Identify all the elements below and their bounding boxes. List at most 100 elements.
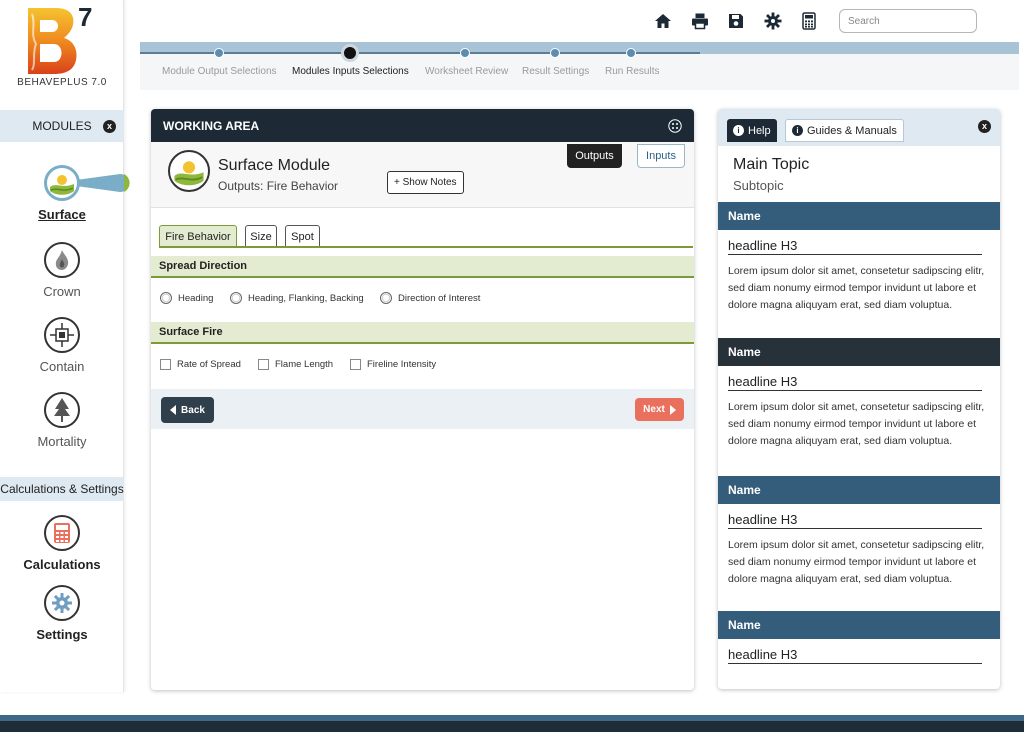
- print-icon[interactable]: [691, 12, 709, 30]
- step-run-results[interactable]: Run Results: [605, 66, 659, 77]
- back-button[interactable]: Back: [161, 397, 214, 423]
- module-subtitle: Outputs: Fire Behavior: [218, 179, 339, 193]
- info-icon: i: [792, 125, 803, 136]
- next-button[interactable]: Next: [635, 398, 684, 421]
- help-headline: headline H3: [728, 512, 982, 529]
- chevron-right-icon: [669, 404, 676, 415]
- logo-version: 7: [78, 2, 93, 32]
- radio-button[interactable]: [230, 292, 242, 304]
- sidebar-item-crown[interactable]: Crown: [0, 242, 124, 299]
- step-dot-3[interactable]: [460, 48, 470, 58]
- checkbox[interactable]: [160, 359, 171, 370]
- sidebar-item-label: Crown: [43, 284, 81, 299]
- help-section: Name headline H3 Lorem ipsum dolor sit a…: [718, 338, 1000, 450]
- working-area-title: WORKING AREA: [163, 118, 260, 133]
- radio-button[interactable]: [160, 292, 172, 304]
- show-notes-button[interactable]: + Show Notes: [387, 171, 464, 194]
- calculations-settings-header: Calculations & Settings: [0, 477, 124, 501]
- grid-menu-icon[interactable]: [668, 118, 682, 133]
- tab-help[interactable]: i Help: [727, 119, 777, 142]
- module-summary: Surface Module Outputs: Fire Behavior + …: [151, 142, 694, 208]
- help-section-name: Name: [718, 611, 1000, 639]
- step-dot-5[interactable]: [626, 48, 636, 58]
- option-label: Flame Length: [275, 359, 334, 370]
- tab-fire-behavior[interactable]: Fire Behavior: [159, 225, 237, 247]
- chevron-left-icon: [170, 405, 177, 415]
- modules-header-label: MODULES: [32, 119, 92, 133]
- help-section: Name headline H3: [718, 611, 1000, 664]
- radio-direction-of-interest[interactable]: Direction of Interest: [380, 292, 480, 304]
- next-label: Next: [643, 404, 665, 415]
- help-section: Name headline H3 Lorem ipsum dolor sit a…: [718, 476, 1000, 588]
- checkbox-rate-of-spread[interactable]: Rate of Spread: [160, 359, 241, 370]
- tree-icon: [44, 392, 80, 428]
- sidebar-item-surface[interactable]: Surface: [0, 165, 124, 222]
- inputs-button[interactable]: Inputs: [637, 144, 685, 168]
- radio-button[interactable]: [380, 292, 392, 304]
- gear-icon: [44, 585, 80, 621]
- step-module-output-selections[interactable]: Module Output Selections: [162, 66, 277, 77]
- help-headline: headline H3: [728, 374, 982, 391]
- calculator-icon[interactable]: [800, 12, 818, 30]
- checkbox[interactable]: [350, 359, 361, 370]
- section-spread-direction: Spread Direction: [151, 256, 694, 278]
- step-worksheet-review[interactable]: Worksheet Review: [425, 66, 508, 77]
- surface-landscape-icon: [44, 165, 80, 201]
- option-label: Heading, Flanking, Backing: [248, 292, 364, 304]
- tab-underline: [159, 246, 693, 248]
- close-help-icon[interactable]: x: [978, 120, 991, 133]
- back-label: Back: [181, 404, 205, 416]
- contain-target-icon: [44, 317, 80, 353]
- footer-bar: [0, 721, 1024, 732]
- module-title: Surface Module: [218, 157, 331, 174]
- sidebar-item-calculations[interactable]: Calculations: [0, 515, 124, 572]
- main-topic: Main Topic: [733, 156, 810, 173]
- help-section-name: Name: [718, 476, 1000, 504]
- checkbox-flame-length[interactable]: Flame Length: [258, 359, 333, 370]
- stepper-progress-line: [140, 52, 700, 54]
- step-dot-2[interactable]: [341, 44, 359, 62]
- sidebar-item-contain[interactable]: Contain: [0, 317, 124, 374]
- option-label: Direction of Interest: [398, 292, 481, 304]
- info-icon: i: [733, 125, 744, 136]
- help-body-text: Lorem ipsum dolor sit amet, consetetur s…: [728, 539, 985, 585]
- sidebar: 7 BEHAVEPLUS 7.0 MODULES x Surface Crown…: [0, 0, 130, 692]
- step-result-settings[interactable]: Result Settings: [522, 66, 589, 77]
- app-name: BEHAVEPLUS 7.0: [17, 77, 107, 88]
- option-label: Heading: [178, 292, 214, 304]
- step-dot-4[interactable]: [550, 48, 560, 58]
- modules-header: MODULES x: [0, 110, 124, 142]
- sidebar-item-label: Settings: [36, 627, 88, 642]
- help-body-text: Lorem ipsum dolor sit amet, consetetur s…: [728, 265, 985, 311]
- working-area-header: WORKING AREA: [151, 109, 694, 142]
- save-icon[interactable]: [727, 12, 745, 30]
- sidebar-item-label: Surface: [38, 207, 86, 222]
- tab-size[interactable]: Size: [245, 225, 277, 247]
- checkbox-fireline-intensity[interactable]: Fireline Intensity: [350, 359, 436, 370]
- help-section: Name headline H3 Lorem ipsum dolor sit a…: [718, 202, 1000, 314]
- tab-guides-manuals[interactable]: i Guides & Manuals: [785, 119, 904, 142]
- tab-spot[interactable]: Spot: [285, 225, 320, 247]
- app-logo: 7 BEHAVEPLUS 7.0: [0, 0, 124, 94]
- sidebar-item-settings[interactable]: Settings: [0, 585, 124, 642]
- subtopic: Subtopic: [733, 178, 784, 193]
- help-headline: headline H3: [728, 238, 982, 255]
- sidebar-item-label: Calculations: [23, 557, 101, 572]
- help-body-text: Lorem ipsum dolor sit amet, consetetur s…: [728, 401, 985, 447]
- search-input[interactable]: [839, 9, 977, 33]
- close-modules-icon[interactable]: x: [103, 120, 116, 133]
- radio-heading[interactable]: Heading: [160, 292, 213, 304]
- home-icon[interactable]: [654, 12, 672, 30]
- step-dot-1[interactable]: [214, 48, 224, 58]
- outputs-button[interactable]: Outputs: [567, 144, 622, 168]
- help-panel: i Help i Guides & Manuals x Main Topic S…: [718, 109, 1000, 689]
- surface-landscape-icon: [168, 150, 210, 192]
- help-section-name: Name: [718, 338, 1000, 366]
- sidebar-item-mortality[interactable]: Mortality: [0, 392, 124, 449]
- sidebar-item-label: Mortality: [37, 434, 87, 449]
- gear-icon[interactable]: [764, 12, 782, 30]
- step-modules-inputs-selections[interactable]: Modules Inputs Selections: [292, 66, 409, 77]
- radio-heading-flanking-backing[interactable]: Heading, Flanking, Backing: [230, 292, 364, 304]
- tab-help-label: Help: [748, 124, 771, 137]
- checkbox[interactable]: [258, 359, 269, 370]
